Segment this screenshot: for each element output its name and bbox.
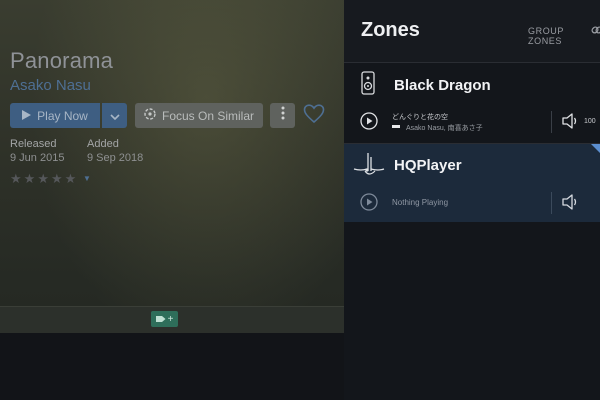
- zone-divider: [551, 111, 552, 133]
- volume-button[interactable]: [562, 113, 580, 134]
- star-icon[interactable]: ★: [37, 172, 49, 185]
- star-icon[interactable]: ★: [10, 172, 22, 185]
- rating-dropdown-caret-icon[interactable]: ▼: [83, 174, 91, 183]
- zone-status: Nothing Playing: [392, 198, 449, 207]
- released-value: 9 Jun 2015: [10, 152, 65, 164]
- volume-value: 100: [584, 118, 596, 125]
- album-artist-link[interactable]: Asako Nasu: [10, 77, 91, 94]
- released-label: Released: [10, 138, 57, 150]
- zones-panel: Zones GROUP ZONES Black Dragon どんぐりと花の空 …: [344, 0, 600, 400]
- play-icon: [22, 109, 32, 123]
- zone-play-button[interactable]: [360, 193, 378, 211]
- tag-icon: [155, 316, 166, 322]
- speaker-device-icon: [361, 71, 375, 95]
- more-vertical-icon: [281, 106, 285, 125]
- favorite-heart-button[interactable]: [303, 104, 327, 126]
- zones-title: Zones: [361, 19, 420, 41]
- more-options-button[interactable]: [270, 103, 295, 128]
- zones-header: Zones GROUP ZONES: [344, 0, 600, 63]
- play-circle-icon: [360, 193, 378, 211]
- album-art-thumbnail: [392, 125, 400, 128]
- now-playing-artist: Asako Nasu, 南喜あさ子: [406, 125, 483, 132]
- zone-item-hqplayer[interactable]: HQPlayer Nothing Playing: [344, 144, 600, 222]
- added-label: Added: [87, 138, 119, 150]
- focus-label: Focus On Similar: [161, 108, 255, 123]
- now-playing-title: どんぐりと花の空: [392, 114, 448, 121]
- album-title: Panorama: [10, 48, 114, 73]
- chevron-down-icon: [109, 107, 120, 125]
- focus-on-similar-button[interactable]: Focus On Similar: [135, 103, 263, 128]
- rating-stars[interactable]: ★ ★ ★ ★ ★: [10, 172, 76, 185]
- add-tag-button[interactable]: +: [151, 311, 178, 327]
- zone-item-black-dragon[interactable]: Black Dragon どんぐりと花の空 Asako Nasu, 南喜あさ子 …: [344, 63, 600, 144]
- link-icon[interactable]: [591, 24, 600, 36]
- volume-button[interactable]: [562, 194, 580, 215]
- zone-play-button[interactable]: [360, 112, 378, 130]
- zone-name: HQPlayer: [394, 157, 462, 174]
- zone-divider: [551, 192, 552, 214]
- play-now-label: Play Now: [37, 108, 88, 123]
- star-icon[interactable]: ★: [65, 172, 77, 185]
- add-tag-plus: +: [167, 313, 174, 325]
- added-value: 9 Sep 2018: [87, 152, 144, 164]
- play-circle-icon: [360, 112, 378, 130]
- selected-corner-indicator: [591, 144, 600, 153]
- volume-icon: [562, 194, 577, 210]
- heart-icon: [303, 104, 325, 124]
- hqplayer-logo-icon: [353, 153, 385, 175]
- zone-name: Black Dragon: [394, 77, 491, 94]
- volume-icon: [562, 113, 577, 129]
- zones-empty-area: [344, 222, 600, 400]
- play-options-dropdown[interactable]: [102, 103, 127, 128]
- play-now-button[interactable]: Play Now: [10, 103, 100, 128]
- star-icon[interactable]: ★: [51, 172, 63, 185]
- focus-icon: [144, 108, 156, 123]
- star-icon[interactable]: ★: [24, 172, 36, 185]
- group-zones-button[interactable]: GROUP ZONES: [528, 26, 600, 46]
